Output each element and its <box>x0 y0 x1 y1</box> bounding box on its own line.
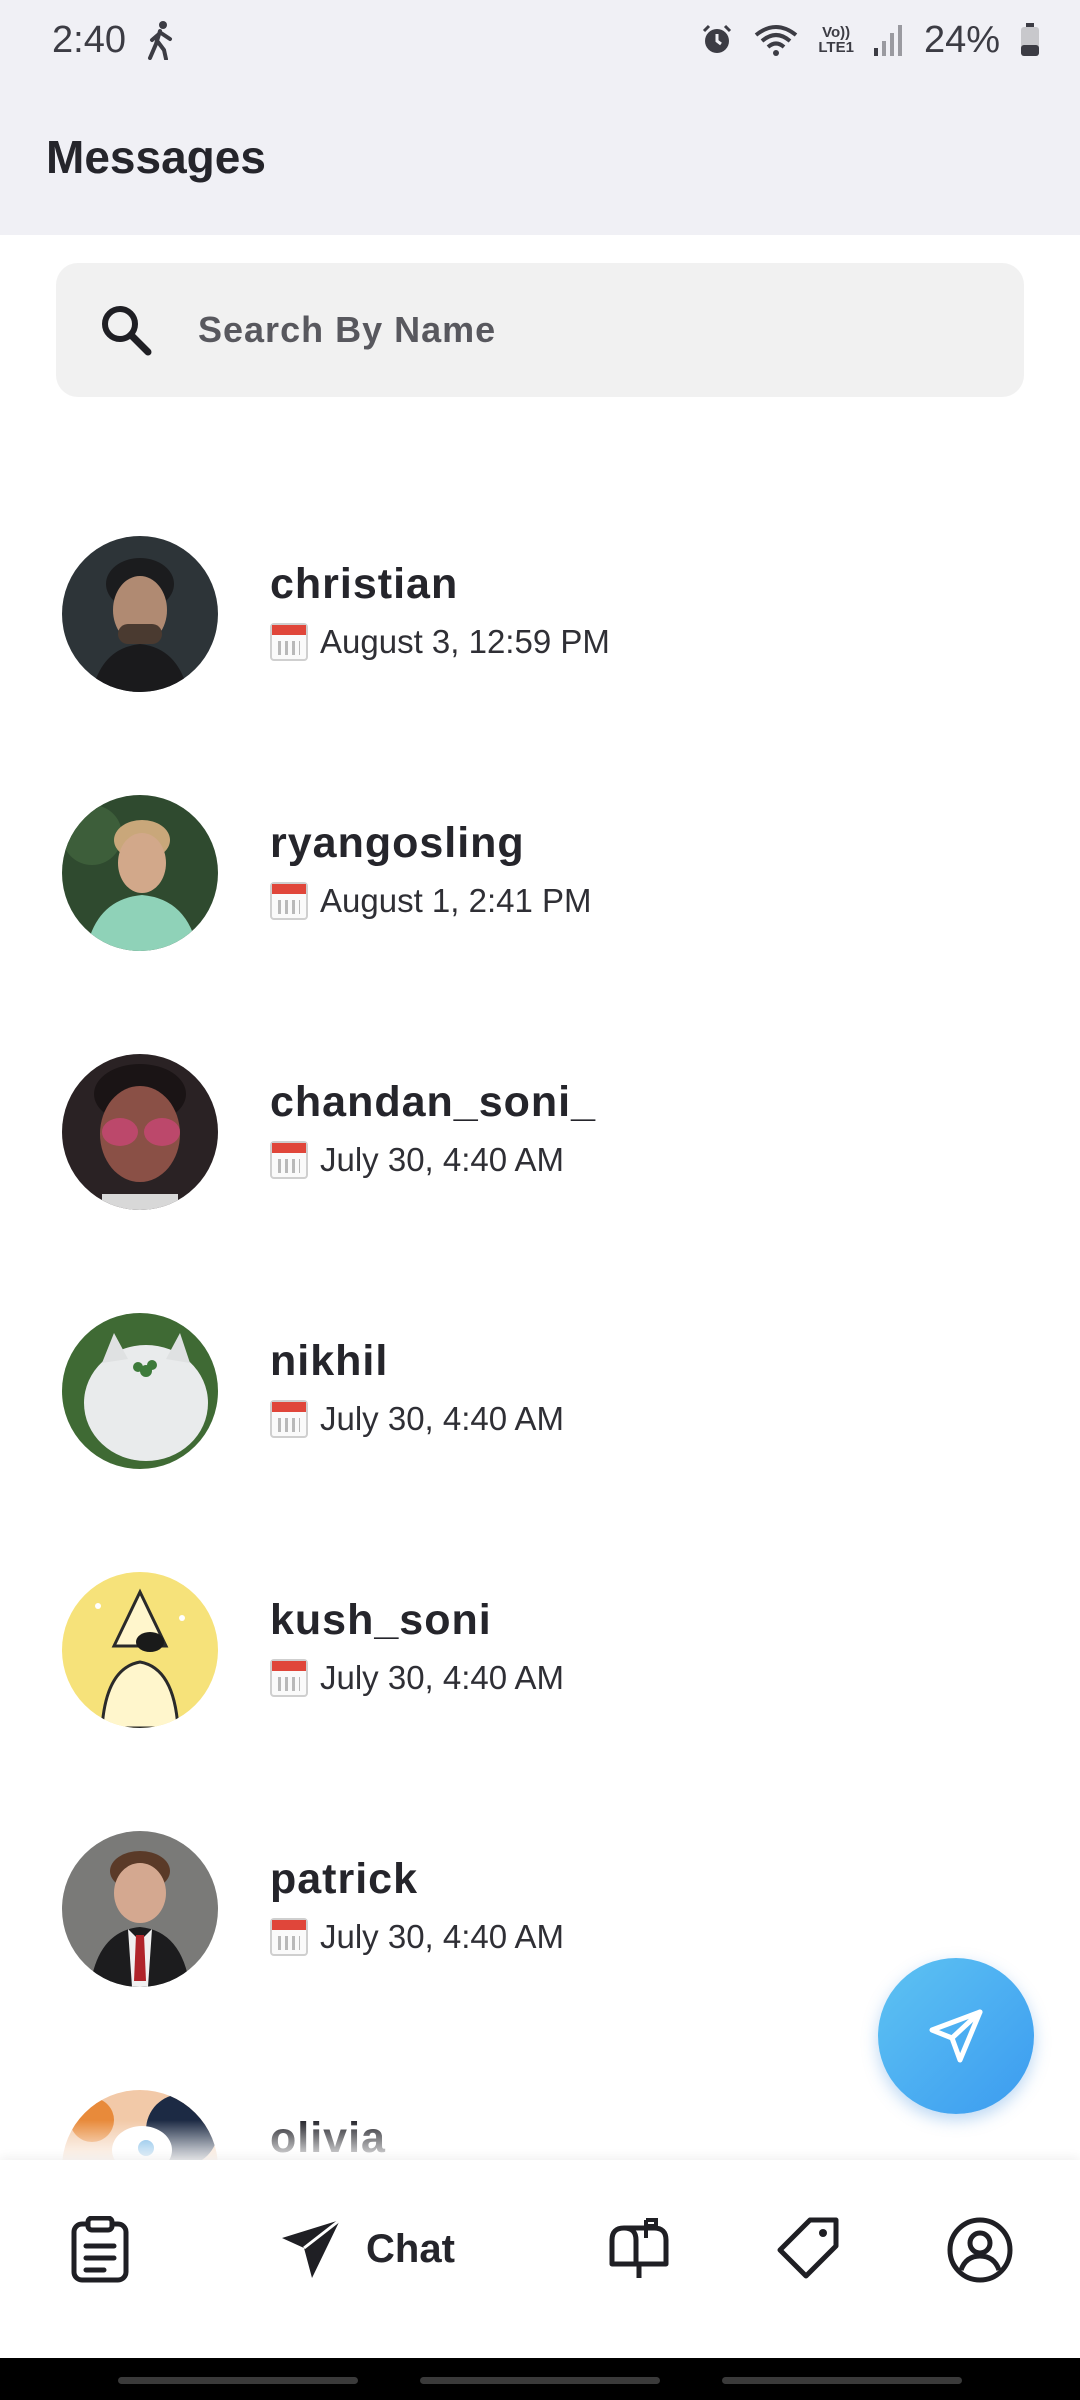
volte-label: Vo)) <box>822 24 851 41</box>
new-message-button[interactable] <box>878 1958 1034 2114</box>
chat-date: August 3, 12:59 PM <box>320 623 610 660</box>
send-icon <box>282 2218 341 2278</box>
chat-item-nikhil[interactable]: nikhil July 30, 4:40 AM <box>0 1297 1080 1497</box>
chat-name: chandan_soni_ <box>270 1078 597 1126</box>
nav-chat[interactable]: Chat <box>278 2216 455 2282</box>
battery-icon <box>1020 23 1040 57</box>
battery-percent: 24% <box>923 18 1000 61</box>
tag-icon <box>777 2217 839 2279</box>
gesture-pill <box>722 2377 962 2384</box>
volte-indicator: Vo)) LTE1 <box>818 25 854 55</box>
signal-icon <box>873 24 904 56</box>
chat-date: July 30, 4:40 AM <box>320 1400 564 1437</box>
system-gesture-bar <box>0 2358 1080 2400</box>
avatar <box>62 795 218 951</box>
send-icon <box>929 2009 983 2063</box>
calendar-icon <box>270 1918 308 1956</box>
chat-item-kush-soni[interactable]: kush_soni July 30, 4:40 AM <box>0 1556 1080 1756</box>
page-title: Messages <box>46 131 266 183</box>
nav-tags[interactable] <box>776 2216 842 2282</box>
chat-item-chandan-soni[interactable]: chandan_soni_ July 30, 4:40 AM <box>0 1038 1080 1238</box>
search-input[interactable] <box>198 309 958 351</box>
nav-mailbox[interactable] <box>606 2216 672 2282</box>
clipboard-icon <box>71 2216 129 2283</box>
gesture-pill <box>420 2377 660 2384</box>
chat-name: patrick <box>270 1855 419 1903</box>
avatar <box>62 1054 218 1210</box>
calendar-icon <box>270 1400 308 1438</box>
chat-item-christian[interactable]: christian August 3, 12:59 PM <box>0 520 1080 720</box>
avatar <box>62 1831 218 1987</box>
chat-date: July 30, 4:40 AM <box>320 1659 564 1696</box>
alarm-icon <box>700 23 734 57</box>
nav-chat-label: Chat <box>366 2226 455 2271</box>
avatar <box>62 1313 218 1469</box>
search-bar[interactable] <box>56 263 1024 397</box>
chat-name: kush_soni <box>270 1596 492 1644</box>
chat-list: christian August 3, 12:59 PM ryangosling… <box>0 520 1080 2160</box>
walking-icon <box>146 20 176 60</box>
calendar-icon <box>270 882 308 920</box>
chat-name: nikhil <box>270 1337 389 1385</box>
avatar <box>62 1572 218 1728</box>
chat-date: July 30, 4:40 AM <box>320 1918 564 1955</box>
mailbox-icon <box>609 2218 669 2278</box>
chat-name: ryangosling <box>270 819 525 867</box>
status-bar: 2:40 Vo)) LTE1 24% <box>0 0 1080 80</box>
status-time: 2:40 <box>52 18 126 61</box>
profile-icon <box>947 2217 1013 2283</box>
chat-name: christian <box>270 560 459 608</box>
chat-item-ryangosling[interactable]: ryangosling August 1, 2:41 PM <box>0 779 1080 979</box>
search-icon <box>96 300 156 360</box>
chat-date: August 1, 2:41 PM <box>320 882 592 919</box>
nav-tasks[interactable] <box>68 2216 132 2284</box>
wifi-icon <box>754 23 798 57</box>
chat-date: July 30, 4:40 AM <box>320 1141 564 1178</box>
nav-profile[interactable] <box>946 2216 1014 2284</box>
lte-label: LTE1 <box>818 39 854 56</box>
calendar-icon <box>270 1659 308 1697</box>
calendar-icon <box>270 623 308 661</box>
list-fade <box>0 2120 1080 2160</box>
gesture-pill <box>118 2377 358 2384</box>
calendar-icon <box>270 1141 308 1179</box>
bottom-nav: Chat <box>0 2160 1080 2358</box>
avatar <box>62 536 218 692</box>
app-bar: Messages <box>0 80 1080 235</box>
